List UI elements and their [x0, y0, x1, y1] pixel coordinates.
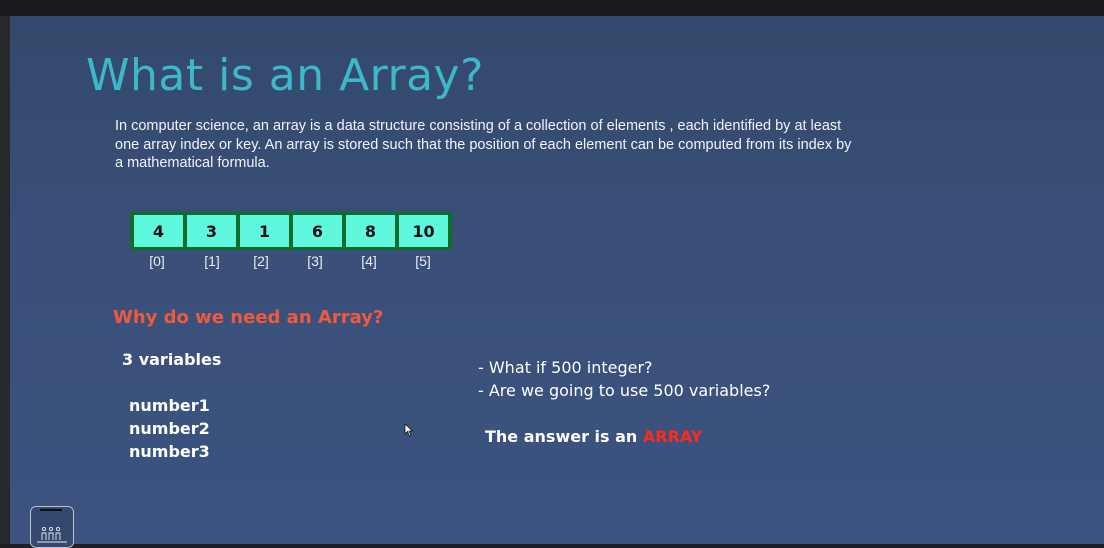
variable-item: number2 — [129, 419, 210, 438]
answer-highlight: ARRAY — [642, 427, 703, 446]
array-index: [2] — [253, 253, 269, 269]
array-cell: 4 — [134, 215, 183, 247]
window-left-edge — [0, 16, 10, 544]
variable-item: number3 — [129, 442, 210, 461]
mouse-pointer-icon — [404, 423, 414, 437]
array-cell: 3 — [187, 215, 236, 247]
presenter-thumbnail[interactable] — [30, 506, 74, 548]
array-cell: 1 — [240, 215, 289, 247]
array-cell: 6 — [293, 215, 342, 247]
slide: What is an Array? In computer science, a… — [10, 16, 1104, 548]
array-index: [1] — [204, 253, 220, 269]
thumbnail-bar — [40, 509, 62, 511]
array-diagram: 4 3 1 6 8 10 — [130, 212, 452, 250]
answer-text: The answer is an — [485, 427, 643, 446]
variables-title: 3 variables — [122, 350, 222, 369]
array-index: [5] — [415, 253, 431, 269]
slide-title: What is an Array? — [86, 50, 484, 101]
answer-line: The answer is an ARRAY — [485, 427, 702, 446]
array-index: [4] — [361, 253, 377, 269]
question-item: - What if 500 integer? — [478, 358, 653, 377]
intro-paragraph: In computer science, an array is a data … — [115, 118, 852, 171]
array-index: [0] — [149, 253, 165, 269]
array-cell: 10 — [399, 215, 448, 247]
why-heading: Why do we need an Array? — [113, 307, 384, 328]
question-item: - Are we going to use 500 variables? — [478, 381, 771, 400]
window-top-bar — [0, 0, 1104, 16]
array-cell: 8 — [346, 215, 395, 247]
array-index: [3] — [307, 253, 323, 269]
audience-icon — [37, 526, 67, 543]
variable-item: number1 — [129, 396, 210, 415]
